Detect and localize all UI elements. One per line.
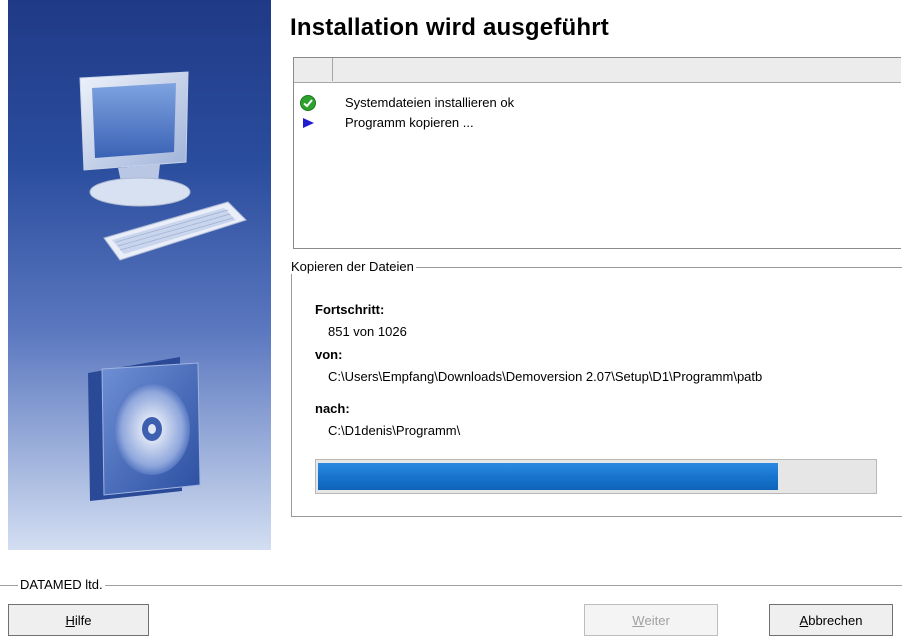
arrow-right-icon: [303, 118, 314, 128]
help-accel: H: [65, 612, 75, 628]
next-accel: W: [632, 612, 645, 628]
task-list-header: [294, 58, 901, 83]
progress-bar: [315, 459, 877, 494]
task-list-header-status-column[interactable]: [294, 58, 333, 81]
cancel-label: bbrechen: [808, 612, 863, 628]
side-artwork-panel: [8, 0, 271, 550]
task-text: Systemdateien installieren ok: [345, 95, 515, 110]
help-label: ilfe: [74, 612, 92, 628]
to-path: C:\D1denis\Programm\: [328, 423, 461, 438]
help-button[interactable]: Hilfe: [8, 604, 149, 636]
brand-label: DATAMED ltd.: [18, 577, 105, 592]
computer-icon: [79, 71, 247, 261]
progress-bar-fill: [318, 463, 779, 490]
next-label: eiter: [644, 612, 670, 628]
task-text: Programm kopieren ...: [345, 115, 474, 130]
footer-divider: [0, 585, 902, 586]
next-button[interactable]: Weiter: [584, 604, 718, 636]
task-list[interactable]: Systemdateien installieren ok Programm k…: [293, 57, 901, 249]
page-title: Installation wird ausgeführt: [290, 14, 609, 41]
to-label: nach:: [315, 401, 350, 416]
progress-label: Fortschritt:: [315, 302, 385, 317]
cd-case-icon: [88, 357, 201, 501]
group-label: Kopieren der Dateien: [291, 259, 416, 274]
from-label: von:: [315, 347, 343, 362]
check-icon: [300, 95, 316, 111]
from-path: C:\Users\Empfang\Downloads\Demoversion 2…: [328, 369, 763, 384]
progress-count: 851 von 1026: [328, 324, 407, 339]
cancel-accel: A: [799, 612, 809, 628]
cancel-button[interactable]: Abbrechen: [769, 604, 893, 636]
